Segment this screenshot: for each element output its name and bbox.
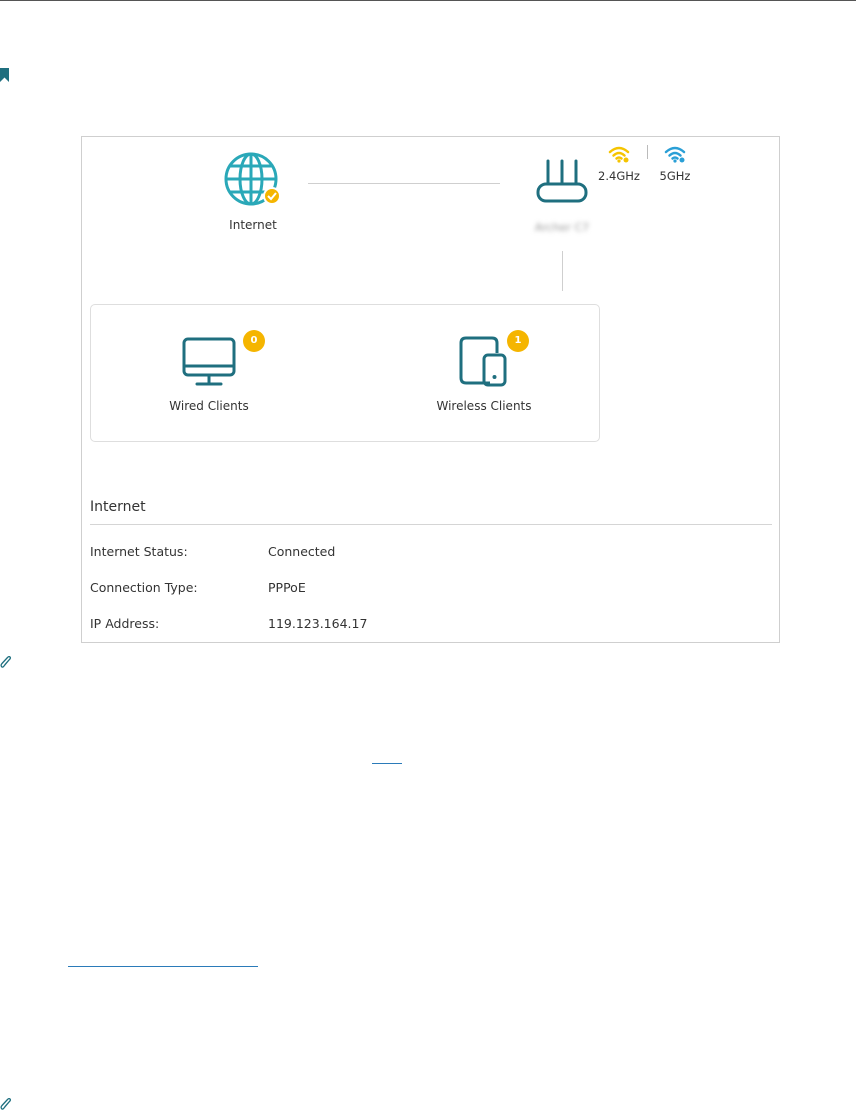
wifi-icon — [608, 146, 630, 163]
band-5ghz[interactable]: 5GHz — [654, 145, 696, 183]
band-24ghz-label: 2.4GHz — [598, 169, 640, 183]
internet-router-link — [308, 183, 500, 184]
wireless-clients-count-badge: 1 — [507, 330, 529, 352]
internet-label: Internet — [229, 218, 277, 232]
band-24ghz[interactable]: 2.4GHz — [594, 145, 644, 183]
info-value: Connected — [268, 544, 336, 559]
info-value: 119.123.164.17 — [268, 616, 368, 631]
paperclip-icon — [0, 656, 12, 668]
internet-panel-divider — [90, 524, 772, 525]
info-label: Connection Type: — [90, 580, 198, 595]
band-5ghz-label: 5GHz — [659, 169, 691, 183]
wired-clients-label: Wired Clients — [169, 399, 249, 413]
link-underline[interactable] — [372, 763, 402, 764]
page-top-rule — [0, 0, 856, 1]
globe-icon — [224, 152, 281, 206]
wired-clients-count-badge: 0 — [243, 330, 265, 352]
internet-node[interactable]: Internet — [218, 151, 288, 232]
network-map-screenshot: Internet Archer C7 2.4GHz 5GHz Wired Cli… — [81, 136, 780, 643]
info-label: IP Address: — [90, 616, 160, 631]
wireless-clients-label: Wireless Clients — [436, 399, 532, 413]
info-value: PPPoE — [268, 580, 306, 595]
router-icon — [536, 159, 588, 203]
tablet-phone-icon — [459, 336, 507, 387]
router-clients-link — [562, 251, 563, 291]
info-label: Internet Status: — [90, 544, 188, 559]
band-divider — [647, 145, 648, 159]
clients-panel: Wired Clients 0 Wireless Clients 1 — [90, 304, 600, 442]
internet-panel-title: Internet — [90, 499, 146, 515]
check-badge-icon — [263, 187, 281, 205]
router-node[interactable] — [527, 157, 597, 207]
link-underline[interactable] — [68, 966, 258, 967]
wifi-icon — [664, 146, 686, 163]
bookmark-icon — [0, 68, 9, 82]
router-name-blurred: Archer C7 — [534, 221, 590, 234]
monitor-icon — [182, 337, 236, 386]
paperclip-icon — [0, 1098, 12, 1110]
